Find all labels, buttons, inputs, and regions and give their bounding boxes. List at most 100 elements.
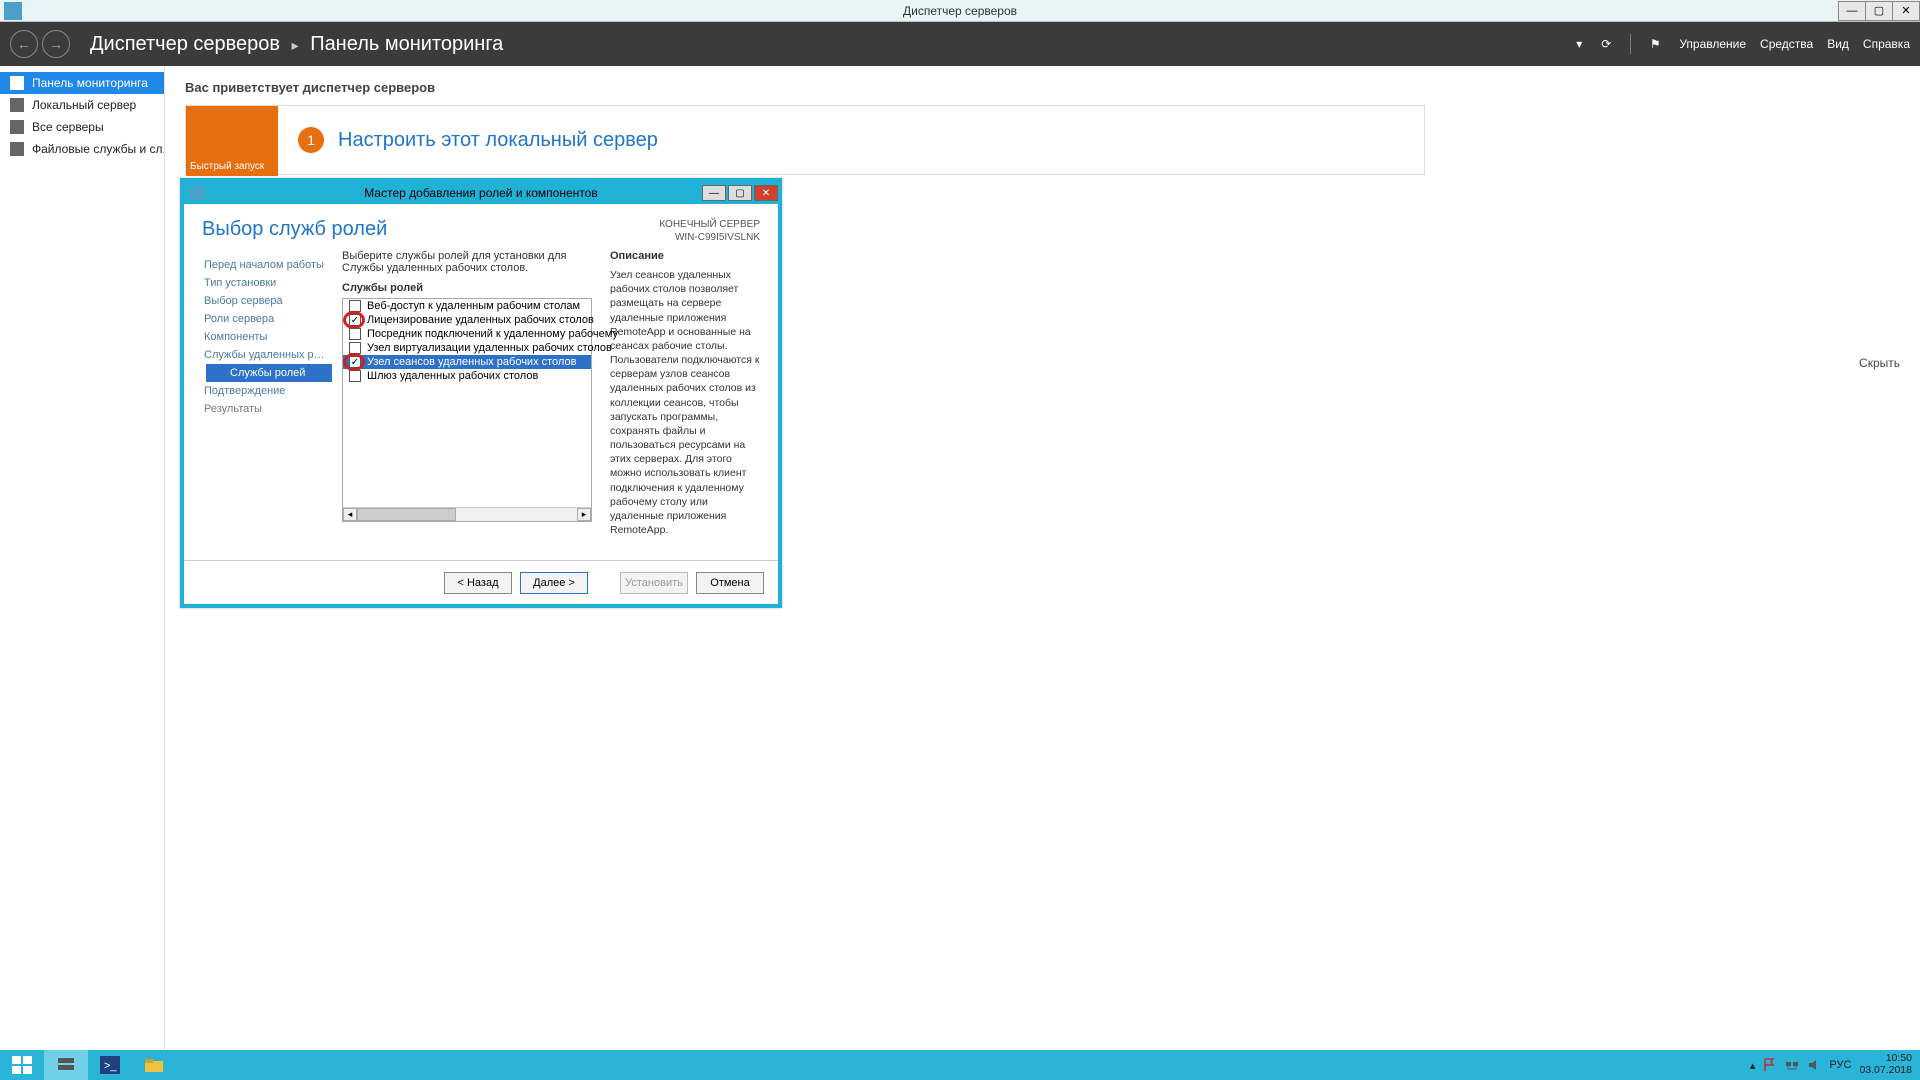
wizard-roles-pane: Выберите службы ролей для установки для …: [342, 250, 592, 560]
role-item[interactable]: ✓ Лицензирование удаленных рабочих столов: [343, 313, 591, 327]
scroll-right-button[interactable]: ▸: [577, 508, 591, 521]
taskbar-powershell[interactable]: >_: [88, 1050, 132, 1080]
window-buttons: — ▢ ✕: [1839, 1, 1920, 21]
maximize-button[interactable]: ▢: [1865, 1, 1893, 21]
scroll-track[interactable]: [357, 508, 577, 521]
wizard-step[interactable]: Службы удаленных рабо...: [202, 346, 332, 364]
close-button[interactable]: ✕: [1892, 1, 1920, 21]
back-button[interactable]: < Назад: [444, 572, 512, 594]
menu-view[interactable]: Вид: [1827, 37, 1849, 51]
taskbar-server-manager[interactable]: [44, 1050, 88, 1080]
server-name: WIN-C99I5IVSLNK: [659, 231, 760, 244]
powershell-icon: >_: [100, 1056, 120, 1074]
dropdown-icon[interactable]: ▾: [1576, 37, 1582, 51]
breadcrumb: Диспетчер серверов ▸ Панель мониторинга: [90, 33, 503, 56]
sidebar-item-label: Файловые службы и сл...: [32, 142, 164, 156]
breadcrumb-root[interactable]: Диспетчер серверов: [90, 33, 280, 55]
scroll-left-button[interactable]: ◂: [343, 508, 357, 521]
role-item[interactable]: Веб-доступ к удаленным рабочим столам: [343, 299, 591, 313]
add-roles-wizard: Мастер добавления ролей и компонентов — …: [180, 178, 782, 608]
sidebar-item-all-servers[interactable]: Все серверы: [0, 116, 164, 138]
role-item[interactable]: Посредник подключений к удаленному рабоч…: [343, 327, 591, 341]
network-tray-icon[interactable]: [1785, 1058, 1799, 1072]
role-checkbox[interactable]: [349, 370, 361, 382]
refresh-icon[interactable]: ⟳: [1596, 34, 1616, 54]
role-item[interactable]: Шлюз удаленных рабочих столов: [343, 369, 591, 383]
breadcrumb-sep-icon: ▸: [292, 37, 299, 53]
sidebar-item-label: Панель мониторинга: [32, 76, 148, 90]
language-indicator[interactable]: РУС: [1829, 1059, 1851, 1071]
windows-icon: [12, 1056, 32, 1074]
wizard-maximize-button[interactable]: ▢: [728, 185, 752, 201]
quickstart-heading[interactable]: Настроить этот локальный сервер: [338, 129, 658, 152]
wizard-minimize-button[interactable]: —: [702, 185, 726, 201]
description-label: Описание: [610, 250, 760, 262]
wizard-description-pane: Описание Узел сеансов удаленных рабочих …: [610, 250, 760, 560]
wizard-footer: < Назад Далее > Установить Отмена: [184, 560, 778, 604]
role-label: Узел сеансов удаленных рабочих столов: [367, 356, 576, 368]
wizard-heading: Выбор служб ролей: [202, 218, 387, 244]
wizard-step[interactable]: Перед началом работы: [202, 256, 332, 274]
role-checkbox[interactable]: ✓: [349, 314, 361, 326]
header-actions: ▾ ⟳ ⚑ Управление Средства Вид Справка: [1576, 34, 1910, 54]
cancel-button[interactable]: Отмена: [696, 572, 764, 594]
sidebar-item-dashboard[interactable]: Панель мониторинга: [0, 72, 164, 94]
hide-link[interactable]: Скрыть: [1859, 356, 1900, 370]
nav-forward-button[interactable]: →: [42, 30, 70, 58]
wizard-step[interactable]: Роли сервера: [202, 310, 332, 328]
role-label: Узел виртуализации удаленных рабочих сто…: [367, 342, 612, 354]
role-checkbox[interactable]: [349, 328, 361, 340]
sidebar-item-label: Все серверы: [32, 120, 104, 134]
servers-icon: [10, 120, 24, 134]
wizard-step[interactable]: Подтверждение: [202, 382, 332, 400]
horizontal-scrollbar[interactable]: ◂ ▸: [343, 507, 591, 521]
roles-list-label: Службы ролей: [342, 282, 592, 294]
role-label: Лицензирование удаленных рабочих столов: [367, 314, 594, 326]
role-item[interactable]: ✓ Узел сеансов удаленных рабочих столов: [343, 355, 591, 369]
install-button: Установить: [620, 572, 688, 594]
wizard-step[interactable]: Тип установки: [202, 274, 332, 292]
server-label: КОНЕЧНЫЙ СЕРВЕР: [659, 218, 760, 231]
window-title: Диспетчер серверов: [903, 4, 1017, 18]
sidebar-item-local-server[interactable]: Локальный сервер: [0, 94, 164, 116]
breadcrumb-current: Панель мониторинга: [310, 33, 503, 55]
quickstart-body: 1 Настроить этот локальный сервер: [278, 106, 1424, 174]
role-label: Посредник подключений к удаленному рабоч…: [367, 328, 618, 340]
clock[interactable]: 10:50 03.07.2018: [1859, 1053, 1912, 1076]
wizard-titlebar: Мастер добавления ролей и компонентов — …: [184, 182, 778, 204]
menu-help[interactable]: Справка: [1863, 37, 1910, 51]
wizard-step[interactable]: Выбор сервера: [202, 292, 332, 310]
role-checkbox[interactable]: [349, 342, 361, 354]
quickstart-card: Быстрый запуск 1 Настроить этот локальны…: [185, 105, 1425, 175]
scroll-thumb[interactable]: [357, 508, 456, 521]
role-item[interactable]: Узел виртуализации удаленных рабочих сто…: [343, 341, 591, 355]
wizard-center: Выберите службы ролей для установки для …: [332, 250, 760, 560]
description-text: Узел сеансов удаленных рабочих столов по…: [610, 268, 760, 537]
wizard-close-button[interactable]: ✕: [754, 185, 778, 201]
folder-icon: [144, 1056, 164, 1074]
welcome-heading: Вас приветствует диспетчер серверов: [185, 80, 1900, 95]
svg-text:>_: >_: [104, 1060, 117, 1072]
wizard-steps: Перед началом работыТип установкиВыбор с…: [202, 250, 332, 560]
separator: [1630, 34, 1631, 54]
taskbar-explorer[interactable]: [132, 1050, 176, 1080]
taskbar: >_ ▴ РУС 10:50 03.07.2018: [0, 1050, 1920, 1080]
sidebar-item-file-services[interactable]: Файловые службы и сл... ▸: [0, 138, 164, 160]
server-icon: [10, 98, 24, 112]
start-button[interactable]: [0, 1050, 44, 1080]
clock-date: 03.07.2018: [1859, 1065, 1912, 1077]
sound-tray-icon[interactable]: [1807, 1058, 1821, 1072]
quickstart-tile: Быстрый запуск: [186, 106, 278, 176]
tray-chevron-icon[interactable]: ▴: [1750, 1059, 1756, 1072]
flag-icon[interactable]: ⚑: [1645, 34, 1665, 54]
quickstart-tile-label: Быстрый запуск: [190, 161, 264, 172]
wizard-step[interactable]: Компоненты: [202, 328, 332, 346]
flag-tray-icon[interactable]: [1763, 1058, 1777, 1072]
menu-tools[interactable]: Средства: [1760, 37, 1813, 51]
next-button[interactable]: Далее >: [520, 572, 588, 594]
minimize-button[interactable]: —: [1838, 1, 1866, 21]
nav-back-button[interactable]: ←: [10, 30, 38, 58]
menu-manage[interactable]: Управление: [1679, 37, 1746, 51]
role-checkbox[interactable]: ✓: [349, 356, 361, 368]
role-checkbox[interactable]: [349, 300, 361, 312]
